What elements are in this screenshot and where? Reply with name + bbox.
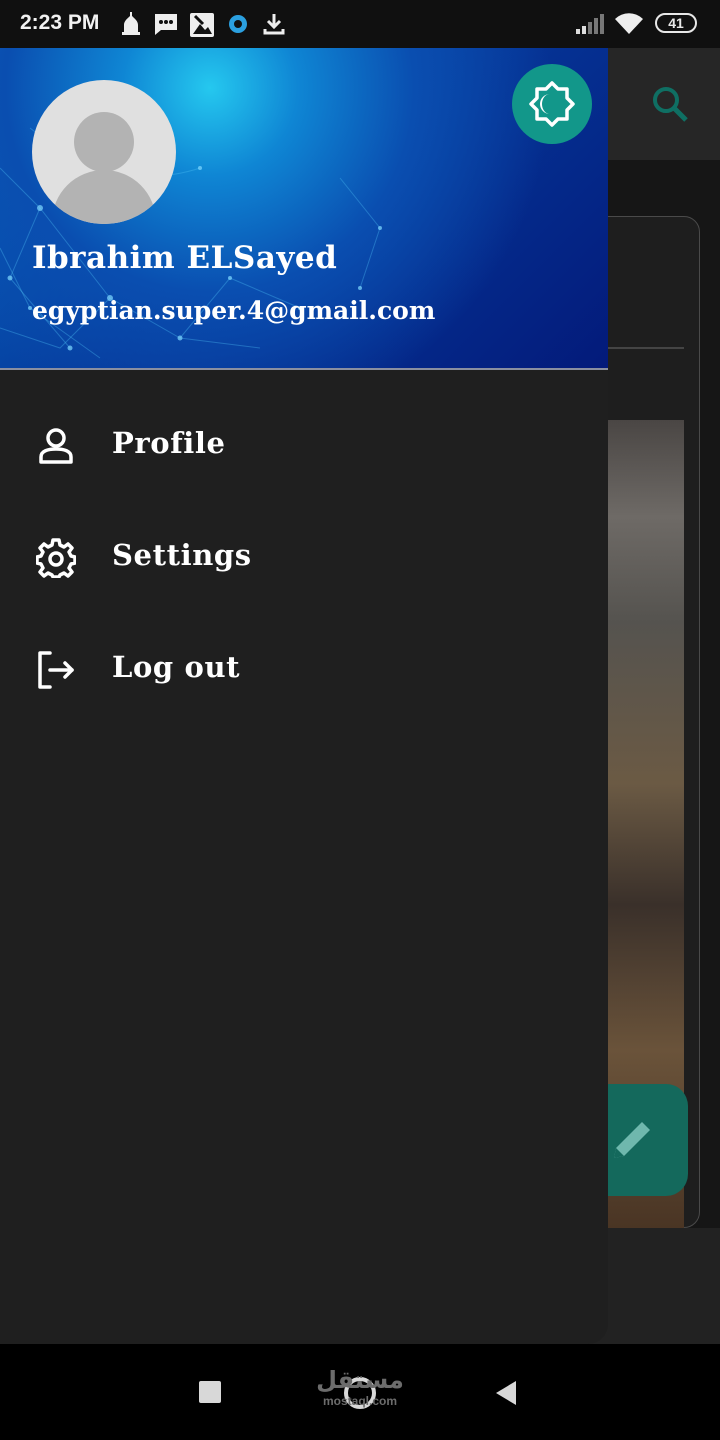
status-bar: 2:23 PM 41 bbox=[0, 0, 720, 48]
menu-item-label: Log out bbox=[112, 650, 241, 684]
signal-icon bbox=[576, 14, 606, 39]
svg-text:مستقل: مستقل bbox=[316, 1366, 404, 1394]
download-icon bbox=[262, 12, 286, 41]
user-name: Ibrahim ELSayed bbox=[32, 240, 338, 276]
default-avatar-icon bbox=[52, 112, 156, 224]
battery-level: 41 bbox=[668, 15, 684, 31]
menu-item-label: Settings bbox=[112, 538, 252, 572]
watermark-text: mostaql.com bbox=[322, 1394, 397, 1408]
battery-icon: 41 bbox=[655, 13, 697, 33]
record-icon bbox=[228, 12, 248, 41]
menu-item-label: Profile bbox=[112, 426, 226, 460]
back-button[interactable] bbox=[494, 1380, 518, 1411]
message-icon bbox=[153, 12, 179, 41]
user-email: egyptian.super.4@gmail.com bbox=[32, 296, 436, 325]
gear-icon bbox=[35, 538, 77, 579]
mosque-icon bbox=[120, 12, 142, 41]
pencil-icon bbox=[606, 1114, 658, 1171]
wifi-icon bbox=[614, 12, 644, 41]
logout-icon bbox=[36, 650, 76, 690]
search-icon[interactable] bbox=[650, 84, 690, 129]
brightness-moon-icon bbox=[529, 81, 575, 127]
watermark: مستقل mostaql.com bbox=[314, 1364, 406, 1416]
watermark-logo: مستقل bbox=[316, 1366, 404, 1394]
menu-item-settings[interactable]: Settings bbox=[0, 506, 608, 606]
status-time: 2:23 PM bbox=[20, 11, 100, 34]
theme-toggle-button[interactable] bbox=[512, 64, 592, 144]
recents-button[interactable] bbox=[199, 1381, 221, 1408]
drawer-header: Ibrahim ELSayed egyptian.super.4@gmail.c… bbox=[0, 48, 608, 370]
avatar[interactable] bbox=[32, 80, 176, 224]
person-icon bbox=[36, 426, 76, 466]
image-icon bbox=[189, 12, 215, 43]
menu-item-logout[interactable]: Log out bbox=[0, 618, 608, 718]
menu-item-profile[interactable]: Profile bbox=[0, 394, 608, 494]
navigation-drawer: Ibrahim ELSayed egyptian.super.4@gmail.c… bbox=[0, 48, 608, 1344]
